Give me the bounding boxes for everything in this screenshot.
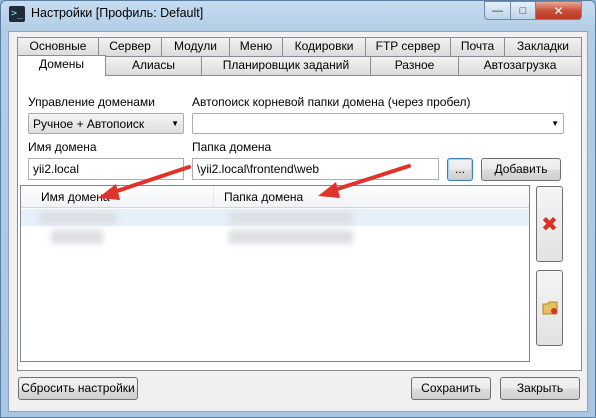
column-separator <box>213 186 214 208</box>
arrow-annotation-icon <box>98 165 191 200</box>
app-icon: >_ <box>9 6 25 22</box>
domain-folder-label: Папка домена <box>192 140 272 154</box>
domains-content: Управление доменами Ручное + Автопоиск ▼… <box>9 32 589 413</box>
management-select[interactable]: Ручное + Автопоиск ▼ <box>28 113 184 134</box>
maximize-icon: □ <box>519 4 527 17</box>
delete-domain-button[interactable]: ✖ <box>536 186 563 262</box>
management-label: Управление доменами <box>28 95 155 109</box>
blurred-domain-name <box>51 230 103 244</box>
arrow-annotation-icon <box>318 164 411 198</box>
blurred-domain-name <box>39 212 117 224</box>
management-value: Ручное + Автопоиск <box>33 117 145 131</box>
close-window-button[interactable]: ✕ <box>535 1 582 20</box>
close-button[interactable]: Закрыть <box>500 377 580 400</box>
column-domain-folder[interactable]: Папка домена <box>224 190 303 204</box>
domains-list[interactable]: Имя домена Папка домена <box>20 185 530 362</box>
blurred-domain-folder <box>229 230 353 244</box>
dropdown-arrow-icon: ▼ <box>171 119 179 128</box>
import-folder-button[interactable] <box>536 270 563 346</box>
settings-window: >_ Настройки [Профиль: Default] — □ ✕ Ос… <box>0 0 596 418</box>
autosearch-select[interactable]: ▼ <box>192 113 564 134</box>
delete-icon: ✖ <box>541 212 558 236</box>
save-button[interactable]: Сохранить <box>411 377 491 400</box>
blurred-domain-folder <box>229 212 353 224</box>
folder-icon <box>542 301 557 315</box>
minimize-button[interactable]: — <box>484 1 511 20</box>
reset-settings-button[interactable]: Сбросить настройки <box>18 377 138 400</box>
maximize-button[interactable]: □ <box>510 1 536 20</box>
browse-button[interactable]: ... <box>447 158 473 181</box>
autosearch-label: Автопоиск корневой папки домена (через п… <box>192 95 471 109</box>
window-title: Настройки [Профиль: Default] <box>31 6 204 20</box>
domain-name-label: Имя домена <box>28 140 97 154</box>
close-icon: ✕ <box>553 3 564 18</box>
add-domain-button[interactable]: Добавить <box>481 158 561 181</box>
minimize-icon: — <box>492 4 503 17</box>
dropdown-arrow-icon: ▼ <box>551 119 559 128</box>
dialog-client: Основные Сервер Модули Меню Кодировки FT… <box>8 31 588 412</box>
